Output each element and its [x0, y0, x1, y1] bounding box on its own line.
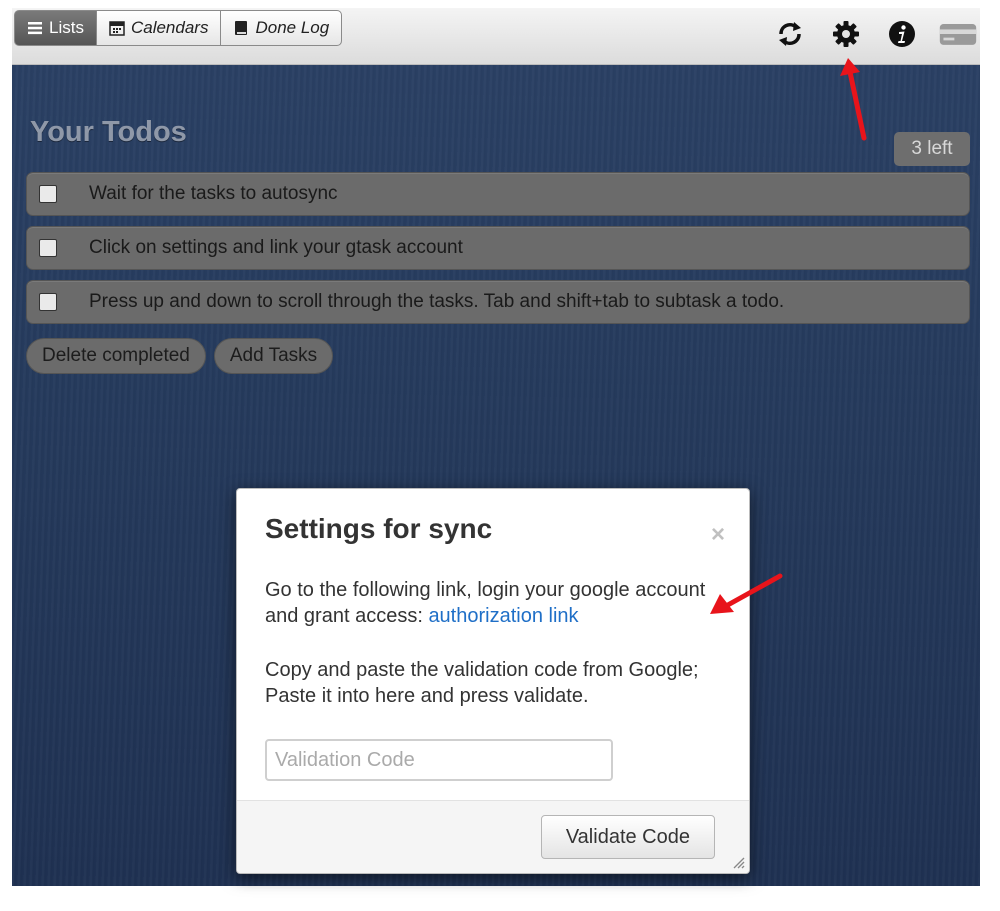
paste-instructions: Copy and paste the validation code from … [265, 659, 699, 707]
tab-lists[interactable]: Lists [14, 10, 97, 46]
validation-code-input[interactable] [265, 739, 613, 781]
remaining-count-badge: 3 left [894, 132, 970, 166]
tab-lists-label: Lists [49, 18, 84, 37]
todo-text: Press up and down to scroll through the … [89, 291, 785, 312]
todo-item[interactable]: Wait for the tasks to autosync [26, 172, 970, 216]
tab-calendars[interactable]: Calendars [95, 10, 222, 46]
annotation-arrow-link [710, 573, 783, 614]
todo-checkbox[interactable] [39, 293, 57, 311]
dialog-title: Settings for sync [265, 513, 493, 544]
authorization-link[interactable]: authorization link [428, 605, 578, 627]
top-toolbar: Lists Calendars Done Log [12, 8, 980, 65]
close-icon[interactable]: × [711, 521, 725, 549]
todo-item[interactable]: Press up and down to scroll through the … [26, 280, 970, 324]
todo-list: Wait for the tasks to autosync Click on … [26, 172, 970, 334]
toolbar-icons [754, 14, 980, 54]
gear-icon[interactable] [826, 14, 866, 54]
view-tabs: Lists Calendars Done Log [14, 10, 343, 46]
todo-text: Click on settings and link your gtask ac… [89, 237, 463, 258]
resize-grip-icon[interactable] [731, 855, 745, 869]
annotation-arrow-settings [840, 58, 867, 141]
todo-text: Wait for the tasks to autosync [89, 183, 338, 204]
todo-item[interactable]: Click on settings and link your gtask ac… [26, 226, 970, 270]
tab-calendars-label: Calendars [130, 18, 209, 37]
validate-code-button[interactable]: Validate Code [540, 815, 715, 859]
todo-checkbox[interactable] [39, 185, 57, 203]
tab-done-log[interactable]: Done Log [220, 10, 343, 46]
sync-settings-dialog: Settings for sync × Go to the following … [236, 488, 750, 874]
tab-done-log-label: Done Log [255, 18, 330, 37]
dialog-instructions: Go to the following link, login your goo… [265, 577, 715, 629]
dialog-footer: Validate Code [237, 800, 749, 873]
credit-card-icon[interactable] [938, 14, 978, 54]
list-icon [27, 20, 43, 36]
calendar-icon [109, 20, 125, 36]
sync-icon[interactable] [770, 14, 810, 54]
todo-checkbox[interactable] [39, 239, 57, 257]
todo-actions: Delete completed Add Tasks [26, 338, 334, 374]
book-icon [233, 20, 249, 36]
info-icon[interactable] [882, 14, 922, 54]
add-tasks-button[interactable]: Add Tasks [213, 338, 334, 374]
page-title: Your Todos [30, 116, 187, 148]
delete-completed-button[interactable]: Delete completed [26, 338, 206, 374]
